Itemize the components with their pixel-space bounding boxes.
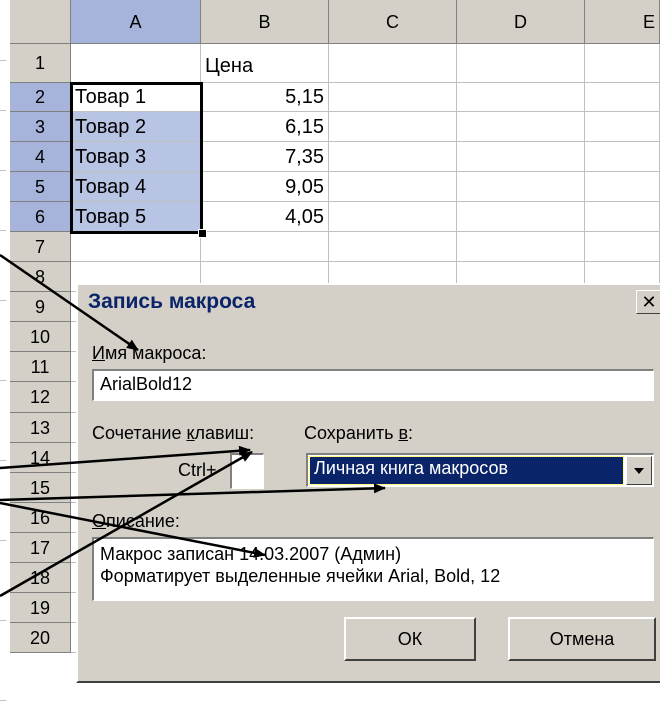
- grid-cell[interactable]: [329, 202, 457, 232]
- row-header-12[interactable]: 12: [10, 382, 71, 413]
- row-header-14[interactable]: 14: [10, 443, 71, 473]
- grid-cell[interactable]: [457, 44, 585, 83]
- grid-cell[interactable]: [329, 142, 457, 172]
- grid-cell[interactable]: [71, 44, 201, 83]
- grid-cell[interactable]: [585, 112, 660, 142]
- cell-a6[interactable]: Товар 5: [71, 202, 201, 232]
- row-header-18[interactable]: 18: [10, 563, 71, 593]
- shortcut-label: Сочетание клавиш:: [92, 423, 255, 443]
- row-header-10[interactable]: 10: [10, 322, 71, 352]
- grid-cell[interactable]: [457, 202, 585, 232]
- cell-b3[interactable]: 6,15: [201, 112, 329, 142]
- grid-cell[interactable]: [201, 232, 329, 262]
- column-header-a[interactable]: A: [71, 0, 201, 44]
- column-header-b[interactable]: B: [201, 0, 329, 44]
- save-in-label: Сохранить в:: [304, 423, 414, 443]
- cell-a4[interactable]: Товар 3: [71, 142, 201, 172]
- row-header-19[interactable]: 19: [10, 593, 71, 623]
- grid-cell[interactable]: [457, 83, 585, 112]
- ok-button[interactable]: ОК: [344, 617, 476, 661]
- grid-cell[interactable]: [329, 112, 457, 142]
- chevron-down-icon: [634, 467, 644, 474]
- grid-cell[interactable]: [329, 83, 457, 112]
- row-header-11[interactable]: 11: [10, 352, 71, 382]
- grid-cell[interactable]: [457, 142, 585, 172]
- macro-name-label: Имя макроса:: [92, 343, 207, 363]
- cell-b1[interactable]: Цена: [201, 44, 329, 83]
- grid-cell[interactable]: [71, 232, 201, 262]
- row-header-16[interactable]: 16: [10, 503, 71, 533]
- row-header-5[interactable]: 5: [10, 172, 71, 202]
- macro-name-input[interactable]: ArialBold12: [92, 369, 654, 401]
- description-textarea[interactable]: Макрос записан 14.03.2007 (Админ) Формат…: [92, 537, 654, 601]
- grid-cell[interactable]: [585, 142, 660, 172]
- grid-cell[interactable]: [329, 232, 457, 262]
- dialog-titlebar[interactable]: Запись макроса ✕: [80, 287, 660, 317]
- close-icon: ✕: [641, 291, 657, 312]
- row-header-2[interactable]: 2: [10, 83, 71, 112]
- cell-b5[interactable]: 9,05: [201, 172, 329, 202]
- cell-a3[interactable]: Товар 2: [71, 112, 201, 142]
- select-all-corner[interactable]: [10, 0, 71, 44]
- dropdown-button[interactable]: [626, 456, 652, 485]
- row-header-3[interactable]: 3: [10, 112, 71, 142]
- row-header-13[interactable]: 13: [10, 413, 71, 443]
- grid-cell[interactable]: [585, 44, 660, 83]
- row-header-20[interactable]: 20: [10, 623, 71, 653]
- grid-cell[interactable]: [457, 232, 585, 262]
- cell-b2[interactable]: 5,15: [201, 83, 329, 112]
- column-header-c[interactable]: C: [329, 0, 457, 44]
- row-header-1[interactable]: 1: [10, 44, 71, 83]
- fill-handle[interactable]: [198, 229, 207, 238]
- left-edge: [0, 0, 10, 721]
- save-in-value: Личная книга макросов: [309, 456, 624, 485]
- grid-cell[interactable]: [585, 83, 660, 112]
- close-button[interactable]: ✕: [636, 290, 660, 314]
- grid-cell[interactable]: [585, 172, 660, 202]
- row-header-4[interactable]: 4: [10, 142, 71, 172]
- cell-a2[interactable]: Товар 1: [71, 83, 201, 112]
- save-in-select[interactable]: Личная книга макросов: [306, 453, 654, 487]
- row-header-15[interactable]: 15: [10, 473, 71, 503]
- row-header-7[interactable]: 7: [10, 232, 71, 262]
- cell-a5[interactable]: Товар 4: [71, 172, 201, 202]
- cell-b4[interactable]: 7,35: [201, 142, 329, 172]
- description-line-2: Форматирует выделенные ячейки Arial, Bol…: [100, 566, 501, 586]
- row-header-6[interactable]: 6: [10, 202, 71, 232]
- row-header-9[interactable]: 9: [10, 292, 71, 322]
- row-header-8[interactable]: 8: [10, 262, 71, 292]
- cell-b6[interactable]: 4,05: [201, 202, 329, 232]
- column-header-e[interactable]: E: [585, 0, 660, 44]
- grid-cell[interactable]: [329, 172, 457, 202]
- dialog-title: Запись макроса: [88, 290, 256, 313]
- description-label: Описание:: [92, 511, 180, 531]
- record-macro-dialog: Запись макроса ✕ Имя макроса: ArialBold1…: [76, 283, 660, 683]
- grid-cell[interactable]: [585, 232, 660, 262]
- description-line-1: Макрос записан 14.03.2007 (Админ): [100, 544, 402, 564]
- grid-cell[interactable]: [585, 202, 660, 232]
- grid-cell[interactable]: [457, 112, 585, 142]
- cancel-button[interactable]: Отмена: [508, 617, 656, 661]
- ctrl-label: Ctrl+: [178, 460, 217, 480]
- column-header-d[interactable]: D: [457, 0, 585, 44]
- row-header-17[interactable]: 17: [10, 533, 71, 563]
- shortcut-key-input[interactable]: [230, 453, 264, 489]
- grid-cell[interactable]: [329, 44, 457, 83]
- grid-cell[interactable]: [457, 172, 585, 202]
